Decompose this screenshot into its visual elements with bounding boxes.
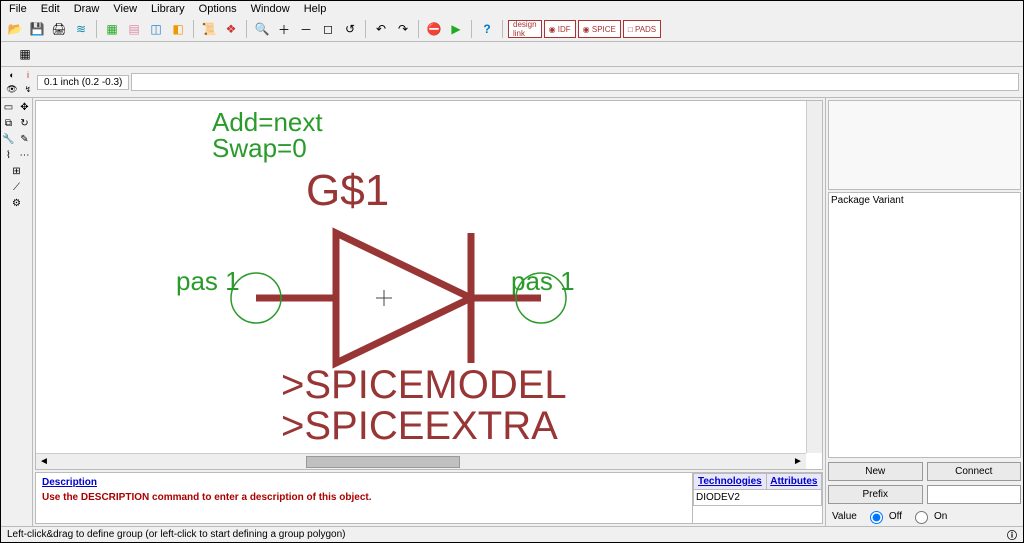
footprint-icon[interactable]: ◫ [146, 19, 166, 39]
tool-e-icon[interactable]: ⊞ [10, 164, 24, 178]
menu-options[interactable]: Options [199, 3, 237, 15]
vertical-scrollbar[interactable] [806, 101, 822, 453]
tool-palette: ▭✥ ⧉↻ 🔧✎ ⌇⋯ ⊞ ⟋ ⚙ [1, 98, 33, 526]
tech-row[interactable]: DIODEV2 [694, 490, 822, 506]
zoom-select-icon[interactable]: ◻ [318, 19, 338, 39]
command-input[interactable] [131, 73, 1019, 91]
tool-f-icon[interactable]: ⟋ [10, 180, 24, 194]
value-on-radio[interactable]: On [910, 508, 947, 524]
help-icon[interactable]: ? [477, 19, 497, 39]
main-toolbar: 📂 💾 🖨 ≋ ▦ ▤ ◫ ◧ 📜 ❖ 🔍 ＋ － ◻ ↺ ↶ ↷ ⛔ ▶ ? … [1, 17, 1023, 42]
menu-draw[interactable]: Draw [74, 3, 100, 15]
status-info-icon[interactable]: ⓘ [1007, 527, 1017, 542]
package-list-header: Package Variant [831, 195, 904, 206]
menu-view[interactable]: View [113, 3, 137, 15]
rotate-icon[interactable]: ↻ [18, 116, 32, 130]
info2-icon[interactable]: i [21, 69, 35, 81]
go-icon[interactable]: ▶ [446, 19, 466, 39]
value-label: Value [832, 511, 857, 522]
menu-edit[interactable]: Edit [41, 3, 60, 15]
print-icon[interactable]: 🖨 [49, 19, 69, 39]
new-button[interactable]: New [828, 462, 923, 481]
package-list[interactable]: Package Variant [828, 192, 1021, 458]
grid-row: ▦ [1, 42, 1023, 67]
menu-help[interactable]: Help [304, 3, 327, 15]
scroll-thumb[interactable] [306, 456, 460, 468]
prefix-input[interactable] [927, 485, 1022, 504]
run-icon[interactable]: ❖ [221, 19, 241, 39]
connect-button[interactable]: Connect [927, 462, 1022, 481]
attributes-link[interactable]: Attributes [766, 474, 821, 490]
spice-chip[interactable]: ◉ SPICE [578, 20, 621, 38]
pads-chip[interactable]: □ PADS [623, 20, 661, 38]
cam-icon[interactable]: ≋ [71, 19, 91, 39]
open-icon[interactable]: 📂 [5, 19, 25, 39]
swap-label: Swap=0 [212, 133, 307, 164]
menu-window[interactable]: Window [251, 3, 290, 15]
horizontal-scrollbar[interactable]: ◄ ► [36, 453, 806, 469]
package-preview [828, 100, 1021, 190]
grid-icon[interactable]: ▦ [15, 44, 35, 64]
coordinate-display: 0.1 inch (0.2 -0.3) [37, 75, 129, 90]
status-bar: Left-click&drag to define group (or left… [1, 526, 1023, 542]
board-icon[interactable]: ▦ [102, 19, 122, 39]
technologies-link[interactable]: Technologies [694, 474, 767, 490]
menu-bar: File Edit Draw View Library Options Wind… [1, 1, 1023, 17]
prefix-button[interactable]: Prefix [828, 485, 923, 504]
save-icon[interactable]: 💾 [27, 19, 47, 39]
layer-icon[interactable]: ◐ [5, 69, 19, 81]
spot-icon[interactable]: ↯ [21, 83, 35, 95]
description-panel: Description Use the DESCRIPTION command … [35, 472, 823, 524]
sheet-icon[interactable]: ▤ [124, 19, 144, 39]
tool-d-icon[interactable]: ⋯ [18, 148, 32, 162]
right-panel: Package Variant New Connect Prefix Value… [825, 98, 1023, 526]
value-off-radio[interactable]: Off [865, 508, 902, 524]
move-icon[interactable]: ✥ [18, 100, 32, 114]
design-link-chip[interactable]: designlink [508, 20, 542, 38]
zoom-in-icon[interactable]: ＋ [274, 19, 294, 39]
idf-chip[interactable]: ◉ IDF [544, 20, 576, 38]
eye-icon[interactable]: 👁 [5, 83, 19, 95]
script-icon[interactable]: 📜 [199, 19, 219, 39]
description-link[interactable]: Description [42, 477, 686, 488]
zoom-fit-icon[interactable]: 🔍 [252, 19, 272, 39]
undo-icon[interactable]: ↶ [371, 19, 391, 39]
canvas-area[interactable]: Add=next Swap=0 G$1 pas 1 pas 1 >SPICEMO… [35, 100, 823, 470]
tool-c-icon[interactable]: ⌇ [2, 148, 16, 162]
gate-label: G$1 [306, 166, 389, 216]
scroll-right-icon[interactable]: ► [790, 456, 806, 467]
diode-symbol [226, 213, 586, 383]
command-row: ◐ 👁 i ↯ 0.1 inch (0.2 -0.3) [1, 67, 1023, 98]
tool-a-icon[interactable]: 🔧 [2, 132, 16, 146]
select-icon[interactable]: ▭ [2, 100, 16, 114]
description-text: Use the DESCRIPTION command to enter a d… [42, 492, 686, 503]
scroll-left-icon[interactable]: ◄ [36, 456, 52, 467]
status-text: Left-click&drag to define group (or left… [7, 529, 346, 540]
menu-file[interactable]: File [9, 3, 27, 15]
stop-icon[interactable]: ⛔ [424, 19, 444, 39]
spiceextra-label: >SPICEEXTRA [281, 404, 558, 449]
tool-g-icon[interactable]: ⚙ [10, 196, 24, 210]
tool-b-icon[interactable]: ✎ [18, 132, 32, 146]
menu-library[interactable]: Library [151, 3, 185, 15]
redo-icon[interactable]: ↷ [393, 19, 413, 39]
zoom-out-icon[interactable]: － [296, 19, 316, 39]
copy-icon[interactable]: ⧉ [2, 116, 16, 130]
redraw-icon[interactable]: ↺ [340, 19, 360, 39]
model-icon[interactable]: ◧ [168, 19, 188, 39]
